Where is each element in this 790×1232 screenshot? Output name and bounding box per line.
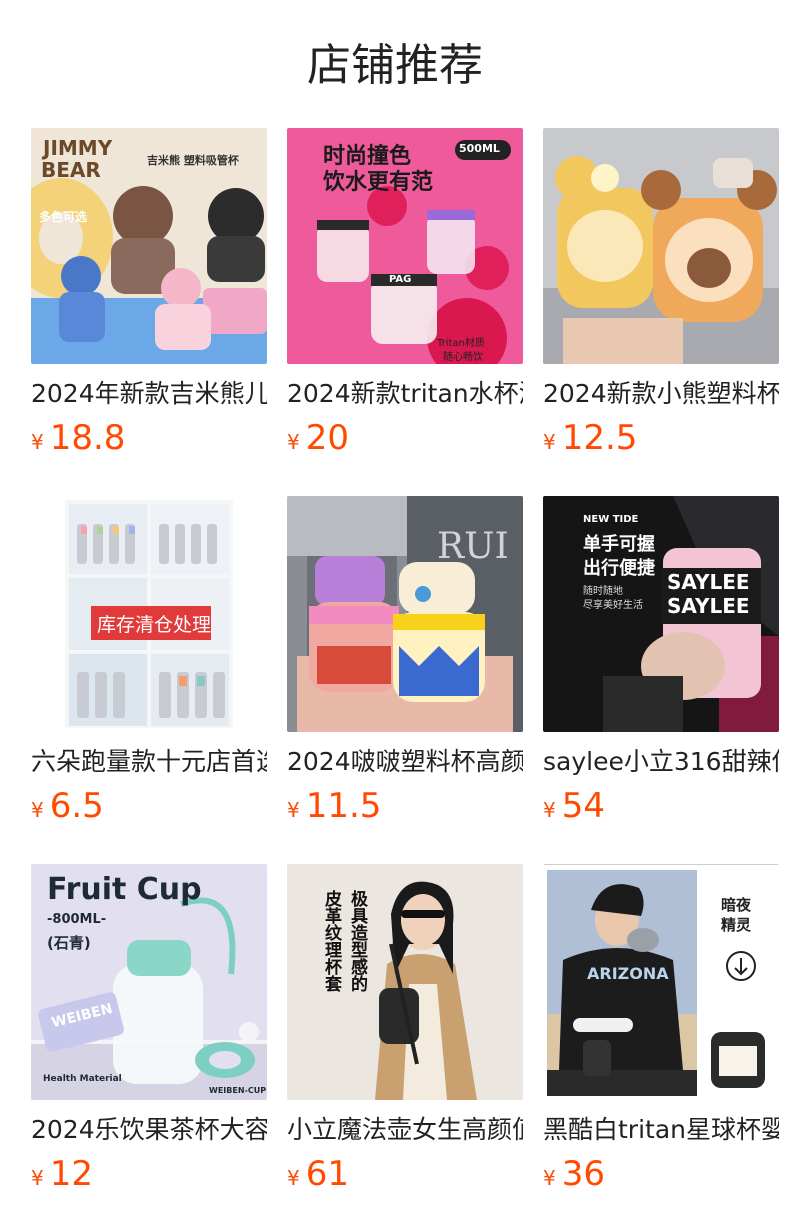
image-text: NEW TIDE <box>583 514 639 525</box>
price-value: 18.8 <box>49 418 126 458</box>
image-text: Health Material <box>43 1074 122 1084</box>
image-text: 随时随地 <box>583 586 623 597</box>
image-text: WEIBEN-CUP <box>209 1086 267 1095</box>
price-value: 12 <box>49 1154 93 1194</box>
product-image[interactable]: NEW TIDE 单手可握 出行便捷 随时随地 尽享美好生活 SAYLEE SA… <box>543 496 779 732</box>
image-text: 500ML <box>459 142 500 155</box>
product-card[interactable]: 库存清仓处理 六朵跑量款十元店首选 ¥6.5 <box>31 496 267 836</box>
product-name[interactable]: 小立魔法壶女生高颜值 <box>287 1112 523 1148</box>
image-text: (石青) <box>47 934 91 952</box>
price-value: 11.5 <box>305 786 382 826</box>
currency-symbol: ¥ <box>287 1166 300 1190</box>
image-text: RUI <box>437 526 509 567</box>
product-price: ¥36 <box>543 1152 605 1196</box>
product-name[interactable]: 黑酷白tritan星球杯婴 <box>543 1112 779 1148</box>
image-text: JIMMY <box>43 136 113 160</box>
image-text: 单手可握 <box>583 534 655 555</box>
section-title: 店铺推荐 <box>307 40 483 91</box>
product-image[interactable]: 时尚撞色 饮水更有范 500ML PAG Tritan材质 随心畅饮 <box>287 128 523 364</box>
price-value: 12.5 <box>561 418 638 458</box>
image-text: 出行便捷 <box>583 558 655 579</box>
image-text: 精灵 <box>721 916 752 934</box>
price-value: 36 <box>561 1154 605 1194</box>
product-name[interactable]: saylee小立316甜辣保温杯 <box>543 744 779 780</box>
image-text: Fruit Cup <box>47 872 202 907</box>
image-text: 极具造型感的 <box>347 890 367 992</box>
currency-symbol: ¥ <box>31 1166 44 1190</box>
image-text: Tritan材质 <box>437 338 485 349</box>
product-price: ¥61 <box>287 1152 349 1196</box>
product-card[interactable]: 极具造型感的 皮革纹理杯套 小立魔法壶女生高颜值 ¥61 <box>287 864 523 1204</box>
currency-symbol: ¥ <box>543 430 556 454</box>
product-price: ¥20 <box>287 416 349 460</box>
image-text: PAG <box>389 274 412 285</box>
product-price: ¥18.8 <box>31 416 125 460</box>
product-card[interactable]: Fruit Cup -800ML- (石青) WEIBEN Health Mat… <box>31 864 267 1204</box>
product-card[interactable]: JIMMY BEAR 吉米熊 塑料吸管杯 多色可选 2024年新款吉米熊儿 ¥1… <box>31 128 267 468</box>
product-name[interactable]: 2024新款tritan水杯湖 <box>287 376 523 412</box>
product-image[interactable]: 库存清仓处理 <box>31 496 267 732</box>
product-name[interactable]: 2024乐饮果茶杯大容量 <box>31 1112 267 1148</box>
product-card[interactable]: 暗夜 精灵 ARIZONA 黑酷白tritan星球杯婴 ¥36 <box>543 864 779 1204</box>
product-price: ¥12 <box>31 1152 93 1196</box>
image-text: SAYLEE <box>667 594 750 618</box>
product-image[interactable]: JIMMY BEAR 吉米熊 塑料吸管杯 多色可选 <box>31 128 267 364</box>
product-price: ¥6.5 <box>31 784 104 828</box>
currency-symbol: ¥ <box>31 798 44 822</box>
clearance-banner-text: 库存清仓处理 <box>97 614 212 636</box>
currency-symbol: ¥ <box>543 798 556 822</box>
product-price: ¥12.5 <box>543 416 637 460</box>
product-name[interactable]: 2024新款小熊塑料杯 <box>543 376 779 412</box>
product-image[interactable]: 极具造型感的 皮革纹理杯套 <box>287 864 523 1100</box>
image-text: 暗夜 <box>721 896 752 914</box>
image-text: SAYLEE <box>667 570 750 594</box>
image-text: 皮革纹理杯套 <box>321 890 341 992</box>
product-image[interactable]: Fruit Cup -800ML- (石青) WEIBEN Health Mat… <box>31 864 267 1100</box>
product-card[interactable]: NEW TIDE 单手可握 出行便捷 随时随地 尽享美好生活 SAYLEE SA… <box>543 496 779 836</box>
product-name[interactable]: 2024年新款吉米熊儿 <box>31 376 267 412</box>
image-text: 多色可选 <box>39 210 88 224</box>
image-text: -800ML- <box>47 912 107 927</box>
image-text: 尽享美好生活 <box>583 600 643 611</box>
image-text: 饮水更有范 <box>323 170 434 195</box>
currency-symbol: ¥ <box>31 430 44 454</box>
product-image[interactable]: 暗夜 精灵 ARIZONA <box>543 864 779 1100</box>
currency-symbol: ¥ <box>543 1166 556 1190</box>
product-image[interactable]: RUI <box>287 496 523 732</box>
price-value: 20 <box>305 418 349 458</box>
product-image[interactable] <box>543 128 779 364</box>
price-value: 6.5 <box>49 786 104 826</box>
image-text: BEAR <box>41 158 101 182</box>
price-value: 61 <box>305 1154 349 1194</box>
image-text: ARIZONA <box>587 964 669 983</box>
product-price: ¥11.5 <box>287 784 381 828</box>
price-value: 54 <box>561 786 605 826</box>
product-card[interactable]: RUI 2024啵啵塑料杯高颜值 ¥11.5 <box>287 496 523 836</box>
product-card[interactable]: 时尚撞色 饮水更有范 500ML PAG Tritan材质 随心畅饮 2024新… <box>287 128 523 468</box>
currency-symbol: ¥ <box>287 430 300 454</box>
image-text: 吉米熊 塑料吸管杯 <box>147 154 239 167</box>
currency-symbol: ¥ <box>287 798 300 822</box>
product-name[interactable]: 六朵跑量款十元店首选 <box>31 744 267 780</box>
product-price: ¥54 <box>543 784 605 828</box>
product-name[interactable]: 2024啵啵塑料杯高颜值 <box>287 744 523 780</box>
image-text: 随心畅饮 <box>443 352 483 363</box>
product-card[interactable]: 2024新款小熊塑料杯 ¥12.5 <box>543 128 779 468</box>
